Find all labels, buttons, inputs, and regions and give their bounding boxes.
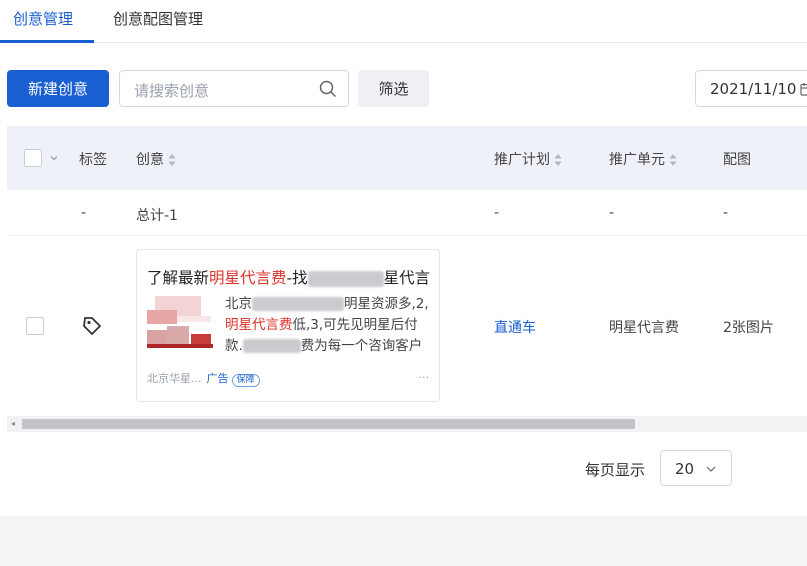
redacted-text [242,339,301,353]
desc-text: 明星资源多,2, [344,296,429,312]
guarantee-badge: 保障 [231,374,260,387]
redacted-text [252,297,344,311]
sort-icon[interactable] [669,153,677,167]
description-line: 款. 费为每一个咨询客户 [225,336,433,357]
total-plan: - [494,205,500,221]
more-icon[interactable]: ... [419,368,430,381]
total-creative: 总计-1 [136,208,178,224]
desc-text: 北京 [225,296,252,312]
header-creative[interactable]: 创意 [136,149,176,169]
new-creative-button[interactable]: 新建创意 [7,70,109,107]
sort-icon[interactable] [168,153,176,167]
page-size-label: 每页显示 [585,461,646,479]
description-line: 北京 明星资源多,2, [225,294,433,315]
creative-card[interactable]: 了解最新明星代言费-找 星代言 北京 明星资源多,2, 明星代言费低,3,可先见明星… [136,249,440,402]
redacted-text [307,270,384,287]
chevron-down-icon[interactable] [49,153,59,163]
table-header: 标签 创意 推广计划 推广单元 配图 [7,126,807,190]
footer-area [0,516,807,566]
creative-thumbnail [147,296,213,348]
header-creative-label: 创意 [136,152,164,168]
search-input[interactable]: 请搜索创意 [134,80,209,101]
tag-icon[interactable] [81,315,103,337]
table-total-row: - 总计-1 - - - [7,190,807,236]
tab-creative-image-management[interactable]: 创意配图管理 [113,8,203,29]
creative-description: 北京 明星资源多,2, 明星代言费低,3,可先见明星后付 款. 费为每一个咨询客户 [225,294,433,357]
header-tag: 标签 [79,152,107,168]
search-box[interactable]: 请搜索创意 [119,70,349,107]
search-icon[interactable] [318,79,338,99]
header-plan[interactable]: 推广计划 [494,149,562,169]
ad-label: 广告 [206,372,229,385]
total-unit: - [609,205,615,221]
header-unit[interactable]: 推广单元 [609,149,677,169]
toolbar: 新建创意 请搜索创意 筛选 2021/11/10 [0,70,807,107]
title-keyword: 明星代言费 [209,269,287,287]
page-size-select[interactable]: 20 [660,450,732,486]
plan-link[interactable]: 直通车 [494,317,536,337]
creative-title: 了解最新明星代言费-找 星代言 [147,266,430,288]
total-image: - [723,205,729,221]
active-tab-indicator [0,40,94,43]
title-text: -找 [286,269,308,287]
sort-icon[interactable] [554,153,562,167]
desc-text: 款. [225,338,243,354]
scrollbar-thumb[interactable] [22,419,635,429]
ad-source: 北京华星... [147,372,202,385]
title-text: 星代言 [383,269,431,287]
header-unit-label: 推广单元 [609,152,665,168]
unit-value: 明星代言费 [609,320,679,336]
tab-bar: 创意管理 创意配图管理 [0,0,807,43]
title-text: 了解最新 [147,269,210,287]
desc-text: 低,3,可先见明星后付 [292,317,418,333]
total-tag: - [81,205,87,221]
table-row: 了解最新明星代言费-找 星代言 北京 明星资源多,2, 明星代言费低,3,可先见明星… [7,236,807,416]
date-value: 2021/11/10 [710,80,797,98]
row-checkbox[interactable] [26,317,44,335]
pagination: 每页显示 20 [585,450,805,486]
select-all-checkbox[interactable] [24,149,42,167]
date-picker[interactable]: 2021/11/10 [695,70,807,107]
description-line: 明星代言费低,3,可先见明星后付 [225,315,433,336]
scroll-left-icon[interactable]: ◂ [11,419,15,428]
calendar-icon [800,83,807,96]
desc-text: 费为每一个咨询客户 [300,338,423,354]
creative-footer: 北京华星... 广告 保障 [147,370,260,387]
badge-text: 保障 [236,375,255,385]
page-size-value: 20 [675,460,695,478]
chevron-down-icon [706,466,716,472]
tab-creative-management[interactable]: 创意管理 [13,8,73,29]
desc-keyword: 明星代言费 [225,317,293,333]
horizontal-scrollbar[interactable]: ◂ [7,416,807,432]
header-image: 配图 [723,152,751,168]
image-count: 2张图片 [723,320,774,336]
filter-button[interactable]: 筛选 [358,70,429,107]
header-plan-label: 推广计划 [494,152,550,168]
